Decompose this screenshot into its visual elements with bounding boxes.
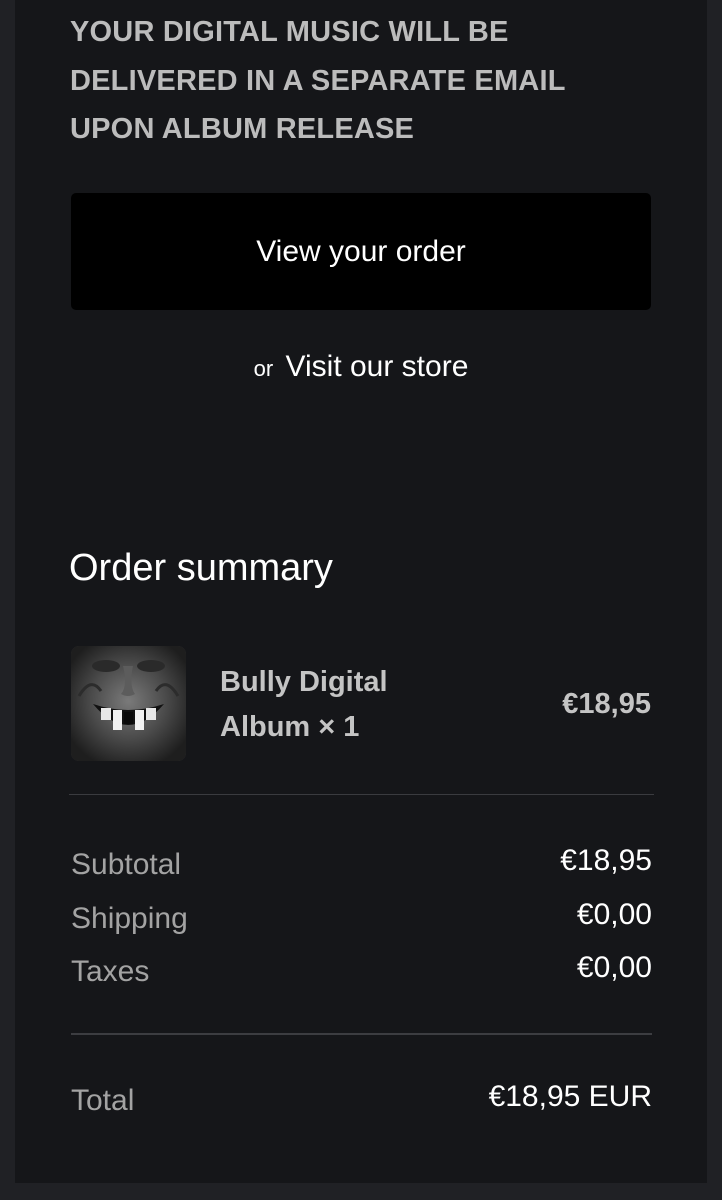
line-item: Bully Digital Album × 1 €18,95 xyxy=(71,646,651,762)
item-name: Bully Digital Album × 1 xyxy=(220,666,388,743)
album-thumbnail xyxy=(71,646,186,761)
subtotal-row: Subtotal €18,95 xyxy=(71,843,652,887)
taxes-value: €0,00 xyxy=(576,951,652,984)
subtotal-label: Subtotal xyxy=(71,848,182,881)
total-divider xyxy=(71,1033,652,1035)
visit-store-link[interactable]: Visit our store xyxy=(286,350,469,383)
subtotal-value: €18,95 xyxy=(560,844,652,877)
total-row: Total €18,95 EUR xyxy=(71,1079,652,1123)
delivery-notice: YOUR DIGITAL MUSIC WILL BE DELIVERED IN … xyxy=(70,16,566,145)
visit-store-line: or Visit our store xyxy=(71,345,651,391)
shipping-value: €0,00 xyxy=(576,898,652,931)
shipping-row: Shipping €0,00 xyxy=(71,897,652,941)
item-price: €18,95 xyxy=(562,688,651,720)
view-order-button[interactable]: View your order xyxy=(71,193,651,310)
order-summary-title: Order summary xyxy=(69,547,333,589)
divider xyxy=(69,794,654,795)
shipping-label: Shipping xyxy=(71,902,188,935)
total-value: €18,95 EUR xyxy=(488,1080,652,1113)
taxes-label: Taxes xyxy=(71,955,150,988)
total-label: Total xyxy=(71,1084,135,1117)
or-text: or xyxy=(253,356,274,381)
taxes-row: Taxes €0,00 xyxy=(71,950,652,994)
